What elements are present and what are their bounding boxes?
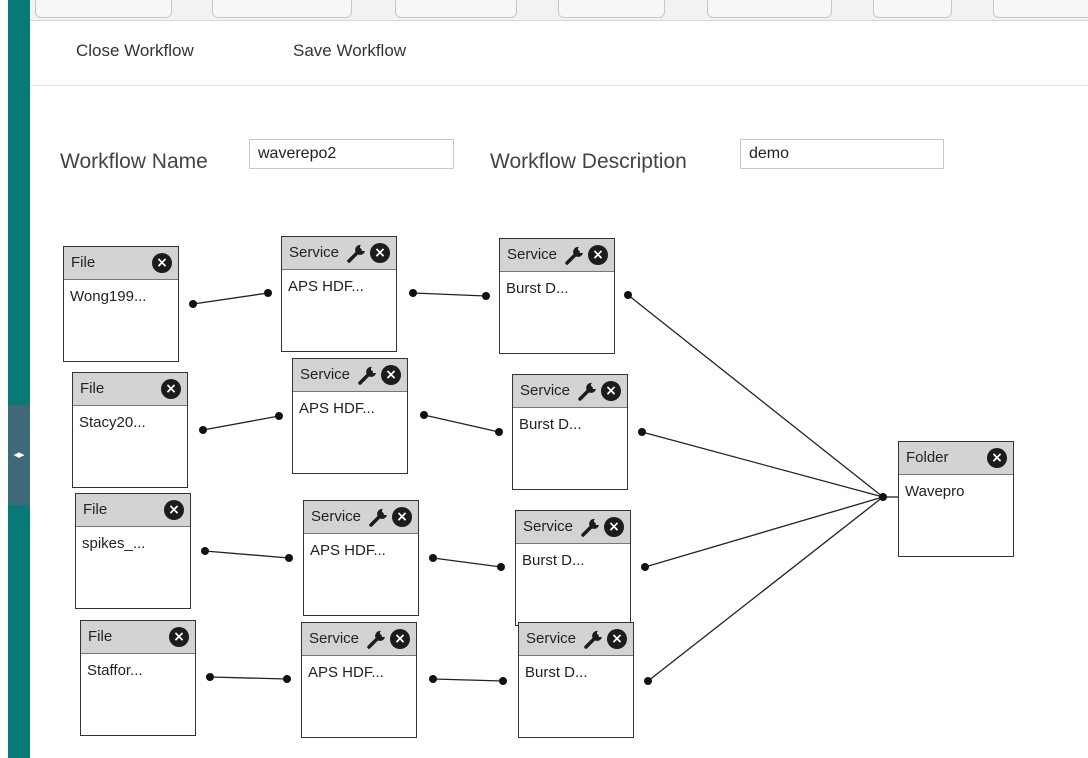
toolbar-button[interactable] xyxy=(558,0,665,18)
node-label: APS HDF... xyxy=(299,400,375,417)
left-sidebar xyxy=(8,0,30,758)
close-icon[interactable]: × xyxy=(370,243,390,263)
wrench-icon[interactable] xyxy=(583,629,605,649)
node-header: File × xyxy=(73,373,187,406)
node-type-label: File xyxy=(80,380,105,397)
node-label: APS HDF... xyxy=(308,664,384,681)
node-header: Service × xyxy=(304,501,418,534)
left-edge xyxy=(0,0,8,758)
node-header: Service × xyxy=(293,359,407,392)
workflow-description-input[interactable] xyxy=(740,139,944,169)
service-node[interactable]: Service × Burst D... xyxy=(515,510,631,626)
wrench-icon[interactable] xyxy=(366,629,388,649)
close-icon[interactable]: × xyxy=(588,245,608,265)
node-label: Burst D... xyxy=(519,416,582,433)
wrench-icon[interactable] xyxy=(564,245,586,265)
node-type-label: Service xyxy=(523,518,574,535)
node-type-label: Service xyxy=(520,382,571,399)
node-header: File × xyxy=(64,247,178,280)
close-icon[interactable]: × xyxy=(161,379,181,399)
workflow-name-input[interactable] xyxy=(249,139,454,169)
node-label: APS HDF... xyxy=(288,278,364,295)
menu-bar: Close Workflow Save Workflow xyxy=(30,21,1088,86)
wrench-icon[interactable] xyxy=(580,517,602,537)
node-header: File × xyxy=(76,494,190,527)
node-label: Staffor... xyxy=(87,662,143,679)
node-label: Wong199... xyxy=(70,288,147,305)
workflow-description-label: Workflow Description xyxy=(490,150,687,173)
service-node[interactable]: Service × Burst D... xyxy=(518,622,634,738)
node-header: Service × xyxy=(519,623,633,656)
wrench-icon[interactable] xyxy=(577,381,599,401)
node-header: Service × xyxy=(302,623,416,656)
close-icon[interactable]: × xyxy=(987,448,1007,468)
toolbar-button[interactable] xyxy=(395,0,517,18)
close-icon[interactable]: × xyxy=(392,507,412,527)
file-node[interactable]: File × Wong199... xyxy=(63,246,179,362)
toolbar-button[interactable] xyxy=(707,0,832,18)
node-type-label: Service xyxy=(289,244,340,261)
toolbar-button[interactable] xyxy=(212,0,352,18)
node-type-label: File xyxy=(71,254,96,271)
node-type-label: Service xyxy=(309,630,360,647)
node-label: Wavepro xyxy=(905,483,965,500)
service-node[interactable]: Service × APS HDF... xyxy=(292,358,408,474)
node-header: Service × xyxy=(516,511,630,544)
node-header: File × xyxy=(81,621,195,654)
workflow-name-label: Workflow Name xyxy=(60,150,208,173)
close-icon[interactable]: × xyxy=(390,629,410,649)
close-icon[interactable]: × xyxy=(169,627,189,647)
node-type-label: Service xyxy=(311,508,362,525)
file-node[interactable]: File × spikes_... xyxy=(75,493,191,609)
node-type-label: Service xyxy=(507,246,558,263)
close-icon[interactable]: × xyxy=(152,253,172,273)
node-label: APS HDF... xyxy=(310,542,386,559)
close-icon[interactable]: × xyxy=(604,517,624,537)
node-header: Service × xyxy=(282,237,396,270)
close-icon[interactable]: × xyxy=(601,381,621,401)
service-node[interactable]: Service × APS HDF... xyxy=(301,622,417,738)
node-header: Service × xyxy=(513,375,627,408)
service-node[interactable]: Service × Burst D... xyxy=(499,238,615,354)
service-node[interactable]: Service × APS HDF... xyxy=(303,500,419,616)
node-header: Folder × xyxy=(899,442,1013,475)
top-toolbar xyxy=(30,0,1088,21)
node-label: Burst D... xyxy=(525,664,588,681)
save-workflow-button[interactable]: Save Workflow xyxy=(293,41,406,61)
file-node[interactable]: File × Staffor... xyxy=(80,620,196,736)
node-type-label: Service xyxy=(300,366,351,383)
folder-node[interactable]: Folder × Wavepro xyxy=(898,441,1014,557)
toolbar-button[interactable] xyxy=(993,0,1088,18)
node-type-label: Folder xyxy=(906,449,949,466)
close-icon[interactable]: × xyxy=(381,365,401,385)
file-node[interactable]: File × Stacy20... xyxy=(72,372,188,488)
service-node[interactable]: Service × Burst D... xyxy=(512,374,628,490)
close-icon[interactable]: × xyxy=(164,500,184,520)
node-label: spikes_... xyxy=(82,535,146,552)
close-workflow-button[interactable]: Close Workflow xyxy=(76,41,194,61)
node-label: Burst D... xyxy=(522,552,585,569)
close-icon[interactable]: × xyxy=(607,629,627,649)
node-header: Service × xyxy=(500,239,614,272)
toolbar-button[interactable] xyxy=(873,0,952,18)
wrench-icon[interactable] xyxy=(357,365,379,385)
toolbar-button[interactable] xyxy=(35,0,172,18)
service-node[interactable]: Service × APS HDF... xyxy=(281,236,397,352)
node-type-label: Service xyxy=(526,630,577,647)
collapse-arrows-icon[interactable]: ◂▸ xyxy=(8,405,30,505)
node-label: Burst D... xyxy=(506,280,569,297)
wrench-icon[interactable] xyxy=(368,507,390,527)
node-type-label: File xyxy=(83,501,108,518)
node-type-label: File xyxy=(88,628,113,645)
node-label: Stacy20... xyxy=(79,414,146,431)
wrench-icon[interactable] xyxy=(346,243,368,263)
